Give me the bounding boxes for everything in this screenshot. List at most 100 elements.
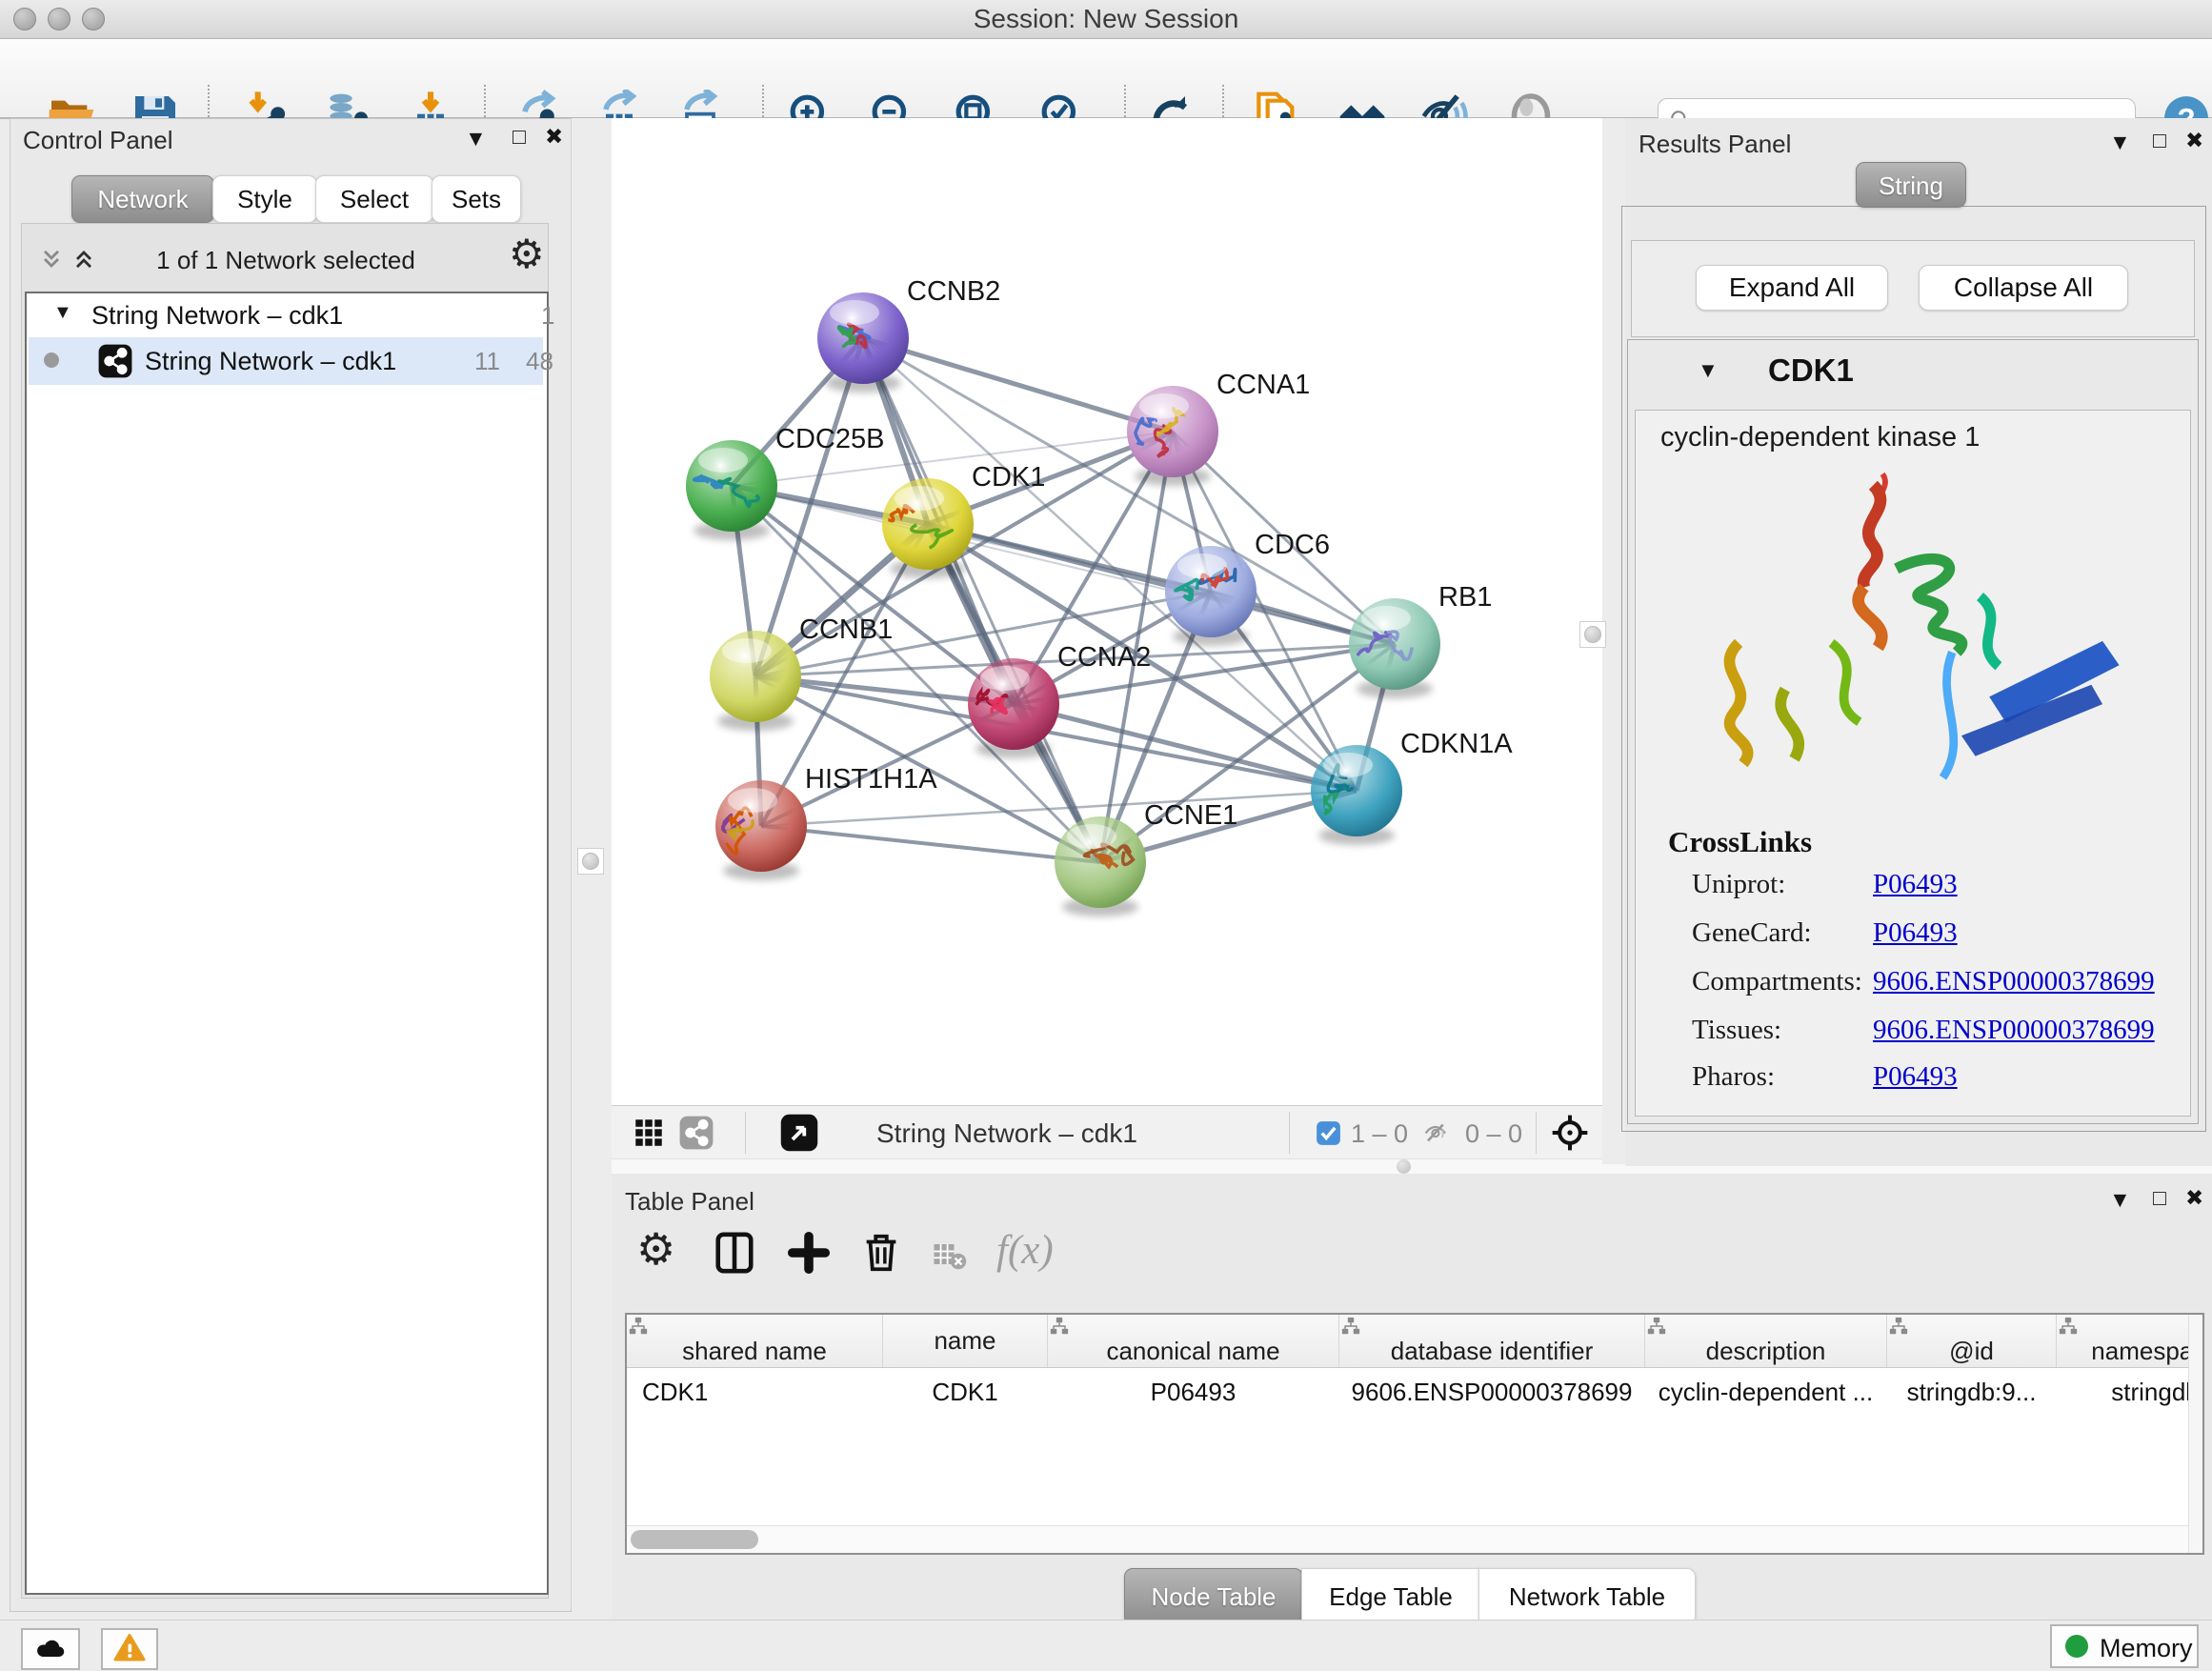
tab-node-table[interactable]: Node Table: [1124, 1568, 1303, 1625]
crosslink-label: Pharos:: [1692, 1061, 1775, 1093]
add-column-icon[interactable]: [787, 1231, 831, 1275]
column-header-shared-name[interactable]: shared name: [627, 1315, 883, 1368]
delete-column-icon[interactable]: [859, 1231, 903, 1275]
warning-button[interactable]: [101, 1628, 158, 1670]
memory-button[interactable]: Memory: [2050, 1624, 2199, 1668]
right-splitter-handle[interactable]: [1579, 621, 1606, 648]
table-cell[interactable]: CDK1: [883, 1368, 1048, 1417]
column-header-name[interactable]: name: [883, 1315, 1048, 1368]
collection-label: String Network – cdk1: [91, 301, 343, 331]
network-view-toolbar: String Network – cdk1 1 – 0 0 – 0: [612, 1105, 1602, 1159]
column-header--id[interactable]: @id: [1887, 1315, 2057, 1368]
delete-table-icon[interactable]: [930, 1238, 970, 1273]
attribute-type-icon: [1888, 1316, 1909, 1337]
table-panel-close-icon[interactable]: ✖: [2185, 1187, 2203, 1209]
collection-count: 1: [541, 301, 554, 331]
toolbar-separator: [745, 1112, 746, 1154]
string-view-icon[interactable]: [678, 1115, 714, 1151]
horizontal-scrollbar-thumb[interactable]: [631, 1530, 758, 1549]
table-cell[interactable]: 9606.ENSP00000378699: [1339, 1368, 1645, 1417]
attribute-type-icon: [628, 1316, 649, 1337]
column-header-description[interactable]: description: [1645, 1315, 1887, 1368]
network-row[interactable]: String Network – cdk1 11 48: [29, 337, 543, 385]
tab-sets[interactable]: Sets: [432, 175, 521, 223]
application-window: Session: New Session: [0, 0, 2212, 1671]
crosslink-genecard[interactable]: P06493: [1873, 917, 1958, 949]
svg-text:CCNB1: CCNB1: [799, 614, 893, 645]
network-graph[interactable]: CCNB2CCNA1CDC25BCDK1CDC6RB1CCNB1CCNA2CDK…: [612, 118, 1602, 1105]
cloud-button[interactable]: [21, 1628, 80, 1670]
svg-text:CCNB2: CCNB2: [907, 276, 1000, 307]
control-panel-close-icon[interactable]: ✖: [545, 126, 563, 148]
attribute-type-icon: [2058, 1316, 2079, 1337]
crosslink-pharos[interactable]: P06493: [1873, 1061, 1958, 1093]
table-cell[interactable]: cyclin-dependent ...: [1645, 1368, 1887, 1417]
title-bar[interactable]: Session: New Session: [0, 0, 2212, 39]
tab-style[interactable]: Style: [212, 175, 317, 223]
svg-text:CCNA1: CCNA1: [1217, 370, 1310, 400]
collapse-all-button[interactable]: Collapse All: [1919, 265, 2128, 311]
hidden-eye-icon[interactable]: [1418, 1120, 1456, 1146]
crosslink-compartments[interactable]: 9606.ENSP00000378699: [1873, 966, 2155, 997]
birds-eye-view-icon[interactable]: [779, 1113, 819, 1153]
results-panel-close-icon[interactable]: ✖: [2185, 130, 2203, 151]
tab-edge-table[interactable]: Edge Table: [1301, 1568, 1480, 1625]
crosslink-uniprot[interactable]: P06493: [1873, 869, 1958, 900]
node-table: shared namenamecanonical namedatabase id…: [625, 1313, 2204, 1555]
column-header-database-identifier[interactable]: database identifier: [1339, 1315, 1645, 1368]
crosslink-tissues[interactable]: 9606.ENSP00000378699: [1873, 1015, 2155, 1046]
selected-count: 1 – 0: [1351, 1119, 1408, 1149]
function-builder-icon[interactable]: f(x): [996, 1227, 1054, 1274]
table-panel-menu-icon[interactable]: ▼: [2109, 1189, 2131, 1211]
vertical-scrollbar[interactable]: [2188, 1315, 2202, 1553]
window-title: Session: New Session: [0, 0, 2212, 38]
left-splitter-handle[interactable]: [577, 848, 604, 875]
crosshair-icon[interactable]: [1551, 1114, 1589, 1152]
collapse-all-networks-icon[interactable]: [70, 246, 97, 272]
results-panel-float-icon[interactable]: □: [2153, 130, 2166, 151]
column-header-namespace[interactable]: namespace: [2057, 1315, 2205, 1368]
main-toolbar: ?: [0, 39, 2212, 119]
table-panel-float-icon[interactable]: □: [2153, 1187, 2166, 1209]
table-row[interactable]: CDK1CDK1P064939606.ENSP00000378699cyclin…: [627, 1368, 2204, 1417]
gene-collapse-icon[interactable]: ▼: [1698, 360, 1719, 381]
network-list: ▼ String Network – cdk1 1 String Network…: [25, 292, 549, 1595]
expand-all-networks-icon[interactable]: [38, 246, 65, 272]
network-selected-status: 1 of 1 Network selected: [124, 246, 448, 275]
horizontal-splitter-handle[interactable]: [1397, 1159, 1411, 1174]
tab-string-results[interactable]: String: [1856, 162, 1966, 208]
network-node-count: 11: [474, 347, 500, 376]
selected-checkbox-icon[interactable]: [1316, 1120, 1341, 1146]
crosslink-label: Tissues:: [1692, 1015, 1781, 1046]
tab-network[interactable]: Network: [71, 175, 214, 223]
control-panel-float-icon[interactable]: □: [513, 126, 526, 148]
svg-text:CCNA2: CCNA2: [1057, 642, 1151, 673]
table-cell[interactable]: stringdb:9...: [1887, 1368, 2057, 1417]
network-status-dot-icon: [44, 352, 59, 368]
table-cell[interactable]: P06493: [1048, 1368, 1339, 1417]
tab-select[interactable]: Select: [315, 175, 433, 223]
table-cell[interactable]: stringdb: [2057, 1368, 2205, 1417]
table-options-gear-icon[interactable]: ⚙: [636, 1227, 675, 1271]
network-options-gear-icon[interactable]: ⚙: [509, 234, 545, 274]
show-columns-icon[interactable]: [713, 1231, 756, 1275]
control-panel-menu-icon[interactable]: ▼: [465, 128, 487, 150]
memory-label: Memory: [2100, 1634, 2193, 1663]
horizontal-scrollbar[interactable]: [627, 1525, 2199, 1553]
crosslink-label: Compartments:: [1692, 966, 1862, 997]
collection-expand-icon[interactable]: ▼: [53, 303, 72, 322]
column-header-canonical-name[interactable]: canonical name: [1048, 1315, 1339, 1368]
expand-all-button[interactable]: Expand All: [1696, 265, 1888, 311]
results-panel-menu-icon[interactable]: ▼: [2109, 131, 2131, 153]
svg-text:CCNE1: CCNE1: [1144, 800, 1237, 831]
svg-text:CDK1: CDK1: [972, 462, 1045, 493]
grid-view-icon[interactable]: [634, 1118, 663, 1147]
svg-text:CDC6: CDC6: [1255, 530, 1330, 560]
toolbar-separator: [1536, 1112, 1537, 1154]
network-collection-row[interactable]: ▼ String Network – cdk1 1: [27, 293, 547, 337]
attribute-type-icon: [1646, 1316, 1667, 1337]
tab-network-table[interactable]: Network Table: [1478, 1568, 1696, 1625]
svg-text:CDC25B: CDC25B: [775, 424, 884, 454]
table-cell[interactable]: CDK1: [627, 1368, 883, 1417]
table-header-row: shared namenamecanonical namedatabase id…: [627, 1315, 2204, 1368]
